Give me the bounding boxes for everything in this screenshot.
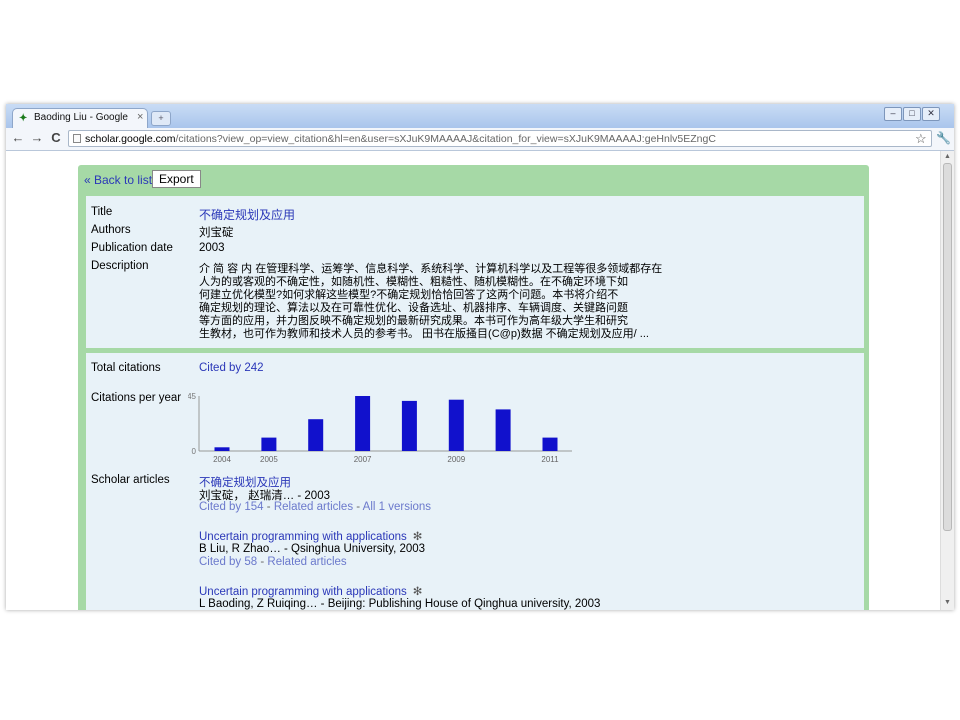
related-articles-link[interactable]: Related articles: [274, 501, 353, 513]
browser-toolbar: ← → C scholar.google.com/citations?view_…: [6, 128, 954, 151]
description-line: 生教材，也可作为教师和技术人员的参考书。 田书在版搔目(C@p)数据 不确定规划…: [199, 328, 649, 340]
scroll-down-icon[interactable]: ▼: [944, 599, 951, 606]
cited-by-link[interactable]: Cited by 242: [199, 362, 264, 374]
chart-bar: [214, 447, 230, 451]
scholar-article-links: Cited by 58 - Related articles: [199, 556, 347, 568]
scholar-article-authors: L Baoding, Z Ruiqing… - Beijing: Publish…: [199, 598, 601, 610]
star-icon: ✻: [412, 531, 423, 543]
chart-bar: [495, 409, 511, 451]
publication-date-value: 2003: [199, 242, 225, 254]
scroll-up-icon[interactable]: ▲: [944, 153, 951, 160]
chart-bar: [355, 396, 371, 451]
scholar-articles-label: Scholar articles: [91, 474, 170, 486]
scholar-article-title[interactable]: Uncertain programming with applications ✻: [199, 584, 422, 598]
tab-strip: ✦ Baoding Liu - Google Schol × + – □ ✕: [6, 104, 954, 128]
x-tick-label: 2007: [354, 455, 372, 464]
all-versions-link[interactable]: All 1 versions: [363, 501, 431, 513]
url-host: scholar.google.com: [85, 133, 176, 145]
bookmark-star-icon[interactable]: ☆: [915, 131, 927, 147]
scholar-favicon-icon: ✦: [19, 113, 28, 124]
scrollbar-thumb[interactable]: [943, 163, 952, 531]
chart-bar: [448, 399, 464, 451]
page-icon: [73, 134, 81, 143]
reload-icon[interactable]: C: [49, 131, 63, 145]
tab-title: Baoding Liu - Google Schol: [34, 112, 130, 123]
citation-page: « Back to list Export Title 不确定规划及应用 Aut…: [78, 165, 869, 610]
chart-bar: [308, 419, 324, 451]
article-title-text: Uncertain programming with applications: [199, 586, 407, 598]
details-panel: Title 不确定规划及应用 Authors 刘宝碇 Publication d…: [86, 196, 864, 348]
authors-label: Authors: [91, 224, 131, 236]
scholar-article-authors: B Liu, R Zhao… - Qsinghua University, 20…: [199, 543, 426, 555]
tab-close-icon[interactable]: ×: [137, 111, 143, 123]
minimize-icon[interactable]: –: [884, 107, 902, 121]
citations-panel: Total citations Cited by 242 Citations p…: [86, 353, 864, 610]
citations-per-year-label: Citations per year: [91, 392, 182, 404]
vertical-scrollbar[interactable]: ▲ ▼: [940, 151, 954, 610]
x-tick-label: 2005: [260, 455, 278, 464]
wrench-icon[interactable]: 🔧: [936, 131, 951, 145]
article-title-text: Uncertain programming with applications: [199, 531, 407, 543]
x-tick-label: 2009: [447, 455, 465, 464]
new-tab-button[interactable]: +: [151, 111, 171, 126]
y-tick-label: 45: [188, 392, 197, 401]
scholar-article-links: Cited by 154 - Related articles - All 1 …: [199, 501, 432, 513]
citations-per-year-chart: 45 0 2004 2005 2007 2009 2011: [188, 392, 572, 464]
back-arrow-icon[interactable]: ←: [11, 131, 25, 145]
window-close-icon[interactable]: ✕: [922, 107, 940, 121]
chart-bar: [542, 437, 558, 451]
total-citations-label: Total citations: [91, 362, 161, 374]
description-label: Description: [91, 260, 149, 272]
url-path: /citations?view_op=view_citation&hl=en&u…: [175, 133, 716, 145]
star-icon: ✻: [412, 586, 423, 598]
browser-tab[interactable]: ✦ Baoding Liu - Google Schol ×: [12, 108, 148, 128]
x-tick-label: 2004: [213, 455, 231, 464]
article-cited-by-link[interactable]: Cited by 58: [199, 556, 257, 568]
scholar-article-title[interactable]: Uncertain programming with applications ✻: [199, 529, 422, 543]
y-tick-label: 0: [192, 447, 197, 456]
authors-value: 刘宝碇: [199, 227, 234, 239]
browser-window: ✦ Baoding Liu - Google Schol × + – □ ✕ ←…: [6, 104, 954, 610]
back-to-list-link[interactable]: « Back to list: [84, 173, 152, 187]
page-viewport: « Back to list Export Title 不确定规划及应用 Aut…: [6, 151, 940, 610]
article-cited-by-link[interactable]: Cited by 154: [199, 501, 264, 513]
chart-bar: [401, 400, 417, 451]
maximize-icon[interactable]: □: [903, 107, 921, 121]
url-text[interactable]: scholar.google.com/citations?view_op=vie…: [85, 133, 716, 145]
address-bar[interactable]: scholar.google.com/citations?view_op=vie…: [68, 130, 932, 147]
chart-bar: [261, 437, 277, 451]
forward-arrow-icon[interactable]: →: [30, 131, 44, 145]
related-articles-link[interactable]: Related articles: [267, 556, 346, 568]
export-button[interactable]: Export: [152, 170, 201, 188]
title-label: Title: [91, 206, 113, 218]
x-tick-label: 2011: [541, 455, 559, 464]
publication-date-label: Publication date: [91, 242, 173, 254]
title-link[interactable]: 不确定规划及应用: [199, 206, 295, 223]
